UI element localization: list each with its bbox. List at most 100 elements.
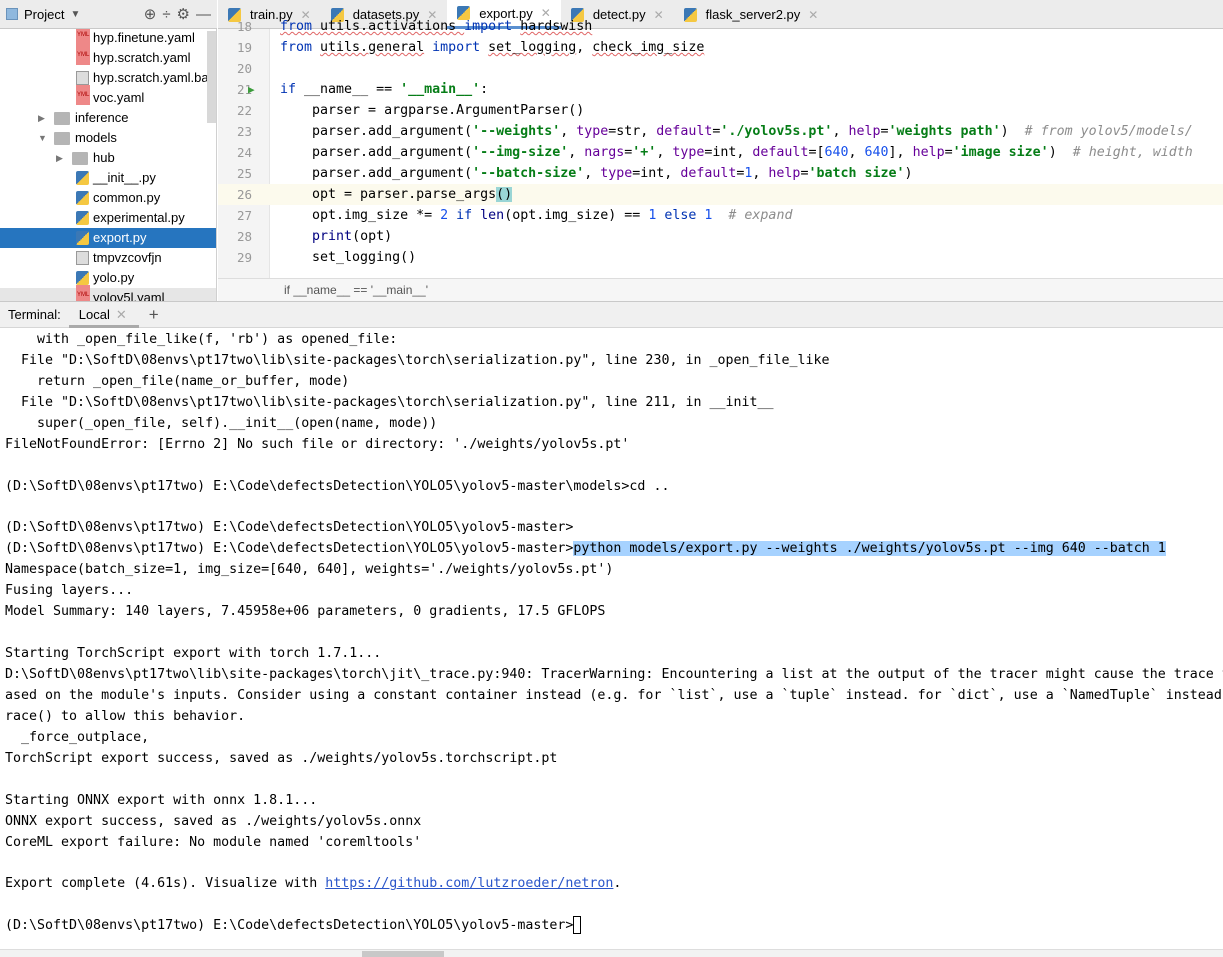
terminal-output[interactable]: with _open_file_like(f, 'rb') as opened_… <box>0 330 1223 945</box>
tree-item[interactable]: common.py <box>0 188 216 208</box>
code-line[interactable]: 18 from utils.activations import hardswis… <box>218 16 1223 37</box>
terminal-line: Starting TorchScript export with torch 1… <box>5 644 1223 665</box>
code-token: default <box>752 145 809 160</box>
scrollbar-thumb[interactable] <box>362 951 444 957</box>
terminal-text: (D:\SoftD\08envs\pt17two) E:\Code\defect… <box>5 520 574 536</box>
line-number: 25 <box>236 166 252 181</box>
gear-icon[interactable]: ⚙ <box>177 5 190 23</box>
code-line[interactable]: 24 parser.add_argument('--img-size', nar… <box>218 142 1223 163</box>
terminal-line: Namespace(batch_size=1, img_size=[640, 6… <box>5 560 1223 581</box>
terminal-text: ased on the module's inputs. Consider us… <box>5 687 1223 703</box>
code-token: check_img_size <box>592 40 705 55</box>
breadcrumb[interactable]: if __name__ == '__main__' <box>218 278 1223 301</box>
netron-link[interactable]: https://github.com/lutzroeder/netron <box>325 876 613 891</box>
tree-item-label: hyp.scratch.yaml.bak <box>93 70 216 85</box>
code-text: print(opt) <box>280 226 392 247</box>
code-line[interactable]: 20 <box>218 58 1223 79</box>
run-icon[interactable]: ▶ <box>248 79 255 100</box>
code-token: nargs <box>584 145 625 160</box>
code-token: parser = argparse.ArgumentParser() <box>280 103 585 118</box>
tree-item[interactable]: yolo.py <box>0 268 216 288</box>
tree-scrollbar[interactable] <box>207 31 216 123</box>
terminal-text: File "D:\SoftD\08envs\pt17two\lib\site-p… <box>5 352 830 368</box>
terminal-cursor[interactable] <box>573 916 582 935</box>
tree-item[interactable]: hyp.scratch.yaml <box>0 45 216 68</box>
chevron-down-icon[interactable]: ▼ <box>38 128 54 148</box>
terminal-line: Export complete (4.61s). Visualize with … <box>5 874 1223 895</box>
tree-item[interactable]: export.py <box>0 228 216 248</box>
code-text: from utils.general import set_logging, c… <box>280 37 704 58</box>
code-line[interactable]: 26 opt = parser.parse_args() <box>218 184 1223 205</box>
code-line[interactable]: 23 parser.add_argument('--weights', type… <box>218 121 1223 142</box>
tree-item-label: models <box>75 130 117 145</box>
tree-item[interactable]: tmpvzcovfjn <box>0 248 216 268</box>
tree-item[interactable]: hyp.finetune.yaml <box>0 29 216 48</box>
folder-icon <box>54 111 70 125</box>
tree-item[interactable]: experimental.py <box>0 208 216 228</box>
code-token: , <box>848 145 865 160</box>
chevron-right-icon[interactable]: ▶ <box>56 148 72 168</box>
code-token: print <box>312 229 353 244</box>
code-token: import <box>432 40 489 55</box>
terminal-text: TorchScript export success, saved as ./w… <box>5 750 558 766</box>
line-number: 18 <box>236 19 252 34</box>
code-token: , <box>560 124 577 139</box>
tree-item[interactable]: yolov5l.yaml <box>0 285 216 301</box>
code-token: , <box>752 166 769 181</box>
tree-item[interactable]: __init__.py <box>0 168 216 188</box>
chevron-right-icon[interactable]: ▶ <box>38 108 54 128</box>
collapse-icon[interactable]: ÷ <box>162 6 170 23</box>
code-token: # height, width <box>1072 145 1193 160</box>
yml-file-icon <box>76 285 91 301</box>
horizontal-scrollbar[interactable] <box>0 949 1223 957</box>
code-line[interactable]: 22 parser = argparse.ArgumentParser() <box>218 100 1223 121</box>
yml-file-icon <box>76 45 91 65</box>
tree-item[interactable]: ▼ models <box>0 128 216 148</box>
terminal-line: (D:\SoftD\08envs\pt17two) E:\Code\defect… <box>5 916 1223 937</box>
code-line[interactable]: 19 from utils.general import set_logging,… <box>218 37 1223 58</box>
code-token: (opt.img_size) == <box>504 208 649 223</box>
terminal-text: Model Summary: 140 layers, 7.45958e+06 p… <box>5 604 606 620</box>
code-token: else <box>664 208 705 223</box>
terminal-line: FileNotFoundError: [Errno 2] No such fil… <box>5 435 1223 456</box>
terminal-line: Starting ONNX export with onnx 1.8.1... <box>5 791 1223 812</box>
code-line[interactable]: 27 opt.img_size *= 2 if len(opt.img_size… <box>218 205 1223 226</box>
code-line[interactable]: 29 set_logging() <box>218 247 1223 265</box>
line-number: 29 <box>236 250 252 265</box>
tree-item-label: voc.yaml <box>93 90 145 105</box>
tree-item[interactable]: ▶ inference <box>0 108 216 128</box>
code-token: parser.add_argument( <box>280 124 473 139</box>
terminal-label: Terminal: <box>8 307 61 322</box>
line-number: 21 <box>236 82 252 97</box>
code-editor[interactable]: 18 from utils.activations import hardswis… <box>218 16 1223 265</box>
new-terminal-button[interactable]: + <box>139 305 169 325</box>
highlighted-command: python models/export.py --weights ./weig… <box>573 541 1166 557</box>
code-token: , <box>832 124 849 139</box>
tree-item[interactable]: hyp.scratch.yaml.bak <box>0 68 216 88</box>
code-token: , <box>656 145 673 160</box>
locate-icon[interactable]: ⊕ <box>144 5 157 23</box>
py-file-icon <box>76 231 89 245</box>
minimize-icon[interactable]: — <box>196 6 211 23</box>
code-line[interactable]: 28 print(opt) <box>218 226 1223 247</box>
code-line[interactable]: 25 parser.add_argument('--batch-size', t… <box>218 163 1223 184</box>
tab-terminal-local[interactable]: Local ✕ <box>68 302 139 328</box>
folder-icon <box>72 151 88 165</box>
code-token: =int, <box>632 166 681 181</box>
terminal-line: Model Summary: 140 layers, 7.45958e+06 p… <box>5 602 1223 623</box>
project-view-selector[interactable]: Project <box>24 7 64 22</box>
code-token: __name__ == <box>304 82 401 97</box>
close-icon[interactable]: ✕ <box>116 302 127 325</box>
code-token: if <box>280 82 305 97</box>
terminal-text: CoreML export failure: No module named '… <box>5 834 422 850</box>
code-token: default <box>680 166 737 181</box>
code-token: , <box>584 166 601 181</box>
code-token: 640 <box>864 145 889 160</box>
tree-item[interactable]: ▶ hub <box>0 148 216 168</box>
tree-item[interactable]: voc.yaml <box>0 85 216 108</box>
code-line[interactable]: 21 ▶ if __name__ == '__main__': <box>218 79 1223 100</box>
chevron-down-icon[interactable]: ▼ <box>70 9 80 20</box>
